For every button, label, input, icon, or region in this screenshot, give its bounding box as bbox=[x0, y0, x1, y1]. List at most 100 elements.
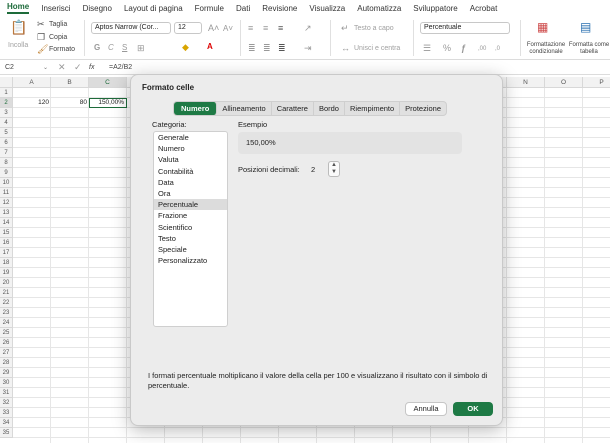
dialog-tab-riempimento[interactable]: Riempimento bbox=[345, 102, 401, 115]
align-bottom-icon[interactable]: ≡ bbox=[278, 23, 283, 33]
row-header[interactable]: 22 bbox=[0, 298, 13, 308]
cell-b2[interactable]: 80 bbox=[51, 98, 89, 108]
row-header[interactable]: 9 bbox=[0, 168, 13, 178]
row-header[interactable]: 25 bbox=[0, 328, 13, 338]
underline-icon[interactable]: S bbox=[122, 43, 127, 53]
ribbon-tab-disegno[interactable]: Disegno bbox=[83, 4, 112, 13]
category-item[interactable]: Scientifico bbox=[154, 222, 227, 233]
category-item[interactable]: Numero bbox=[154, 143, 227, 154]
cut-button[interactable]: Taglia bbox=[49, 21, 67, 28]
name-box-chevron-icon[interactable]: ⌄ bbox=[43, 63, 48, 73]
paste-icon[interactable]: 📋 bbox=[10, 20, 27, 34]
category-item[interactable]: Data bbox=[154, 177, 227, 188]
dialog-tab-allineamento[interactable]: Allineamento bbox=[217, 102, 272, 115]
name-box[interactable]: C2 bbox=[5, 64, 14, 71]
insert-function-button[interactable]: fx bbox=[89, 64, 94, 71]
category-item[interactable]: Percentuale bbox=[154, 199, 227, 211]
row-header[interactable]: 1 bbox=[0, 88, 13, 98]
category-item[interactable]: Generale bbox=[154, 132, 227, 143]
column-header[interactable]: O bbox=[545, 77, 583, 88]
ribbon-tab-layout-di-pagina[interactable]: Layout di pagina bbox=[124, 4, 183, 13]
category-item[interactable]: Ora bbox=[154, 188, 227, 199]
align-top-icon[interactable]: ≡ bbox=[248, 23, 253, 33]
row-header[interactable]: 30 bbox=[0, 378, 13, 388]
row-header[interactable]: 3 bbox=[0, 108, 13, 118]
cell-a2[interactable]: 120 bbox=[13, 98, 51, 108]
row-header[interactable]: 19 bbox=[0, 268, 13, 278]
decimals-stepper[interactable]: ▲ ▼ bbox=[328, 161, 340, 177]
ribbon-tab-formule[interactable]: Formule bbox=[195, 4, 224, 13]
paste-button[interactable]: Incolla bbox=[8, 42, 28, 49]
cancel-icon[interactable]: ✕ bbox=[58, 62, 66, 72]
row-header[interactable]: 21 bbox=[0, 288, 13, 298]
column-header[interactable]: N bbox=[507, 77, 545, 88]
row-header[interactable]: 2 bbox=[0, 98, 13, 108]
row-header[interactable]: 34 bbox=[0, 418, 13, 428]
copy-button[interactable]: Copia bbox=[49, 34, 67, 41]
indent-icon[interactable]: ⇥ bbox=[304, 43, 312, 53]
row-header[interactable]: 16 bbox=[0, 238, 13, 248]
row-header[interactable]: 6 bbox=[0, 138, 13, 148]
category-item[interactable]: Speciale bbox=[154, 244, 227, 255]
ribbon-tab-acrobat[interactable]: Acrobat bbox=[470, 4, 498, 13]
row-header[interactable]: 17 bbox=[0, 248, 13, 258]
italic-icon[interactable]: C bbox=[108, 43, 114, 53]
percent-icon[interactable]: % bbox=[443, 43, 451, 53]
align-middle-icon[interactable]: ≡ bbox=[263, 23, 268, 33]
category-item[interactable]: Frazione bbox=[154, 210, 227, 221]
column-header[interactable]: P bbox=[583, 77, 610, 88]
increase-font-icon[interactable]: A˄ bbox=[208, 23, 219, 33]
align-right-icon[interactable]: ≣ bbox=[278, 43, 286, 53]
row-header[interactable]: 29 bbox=[0, 368, 13, 378]
format-painter-button[interactable]: Formato bbox=[49, 46, 75, 53]
row-header[interactable]: 27 bbox=[0, 348, 13, 358]
align-left-icon[interactable]: ≣ bbox=[248, 43, 256, 53]
ribbon-tab-automatizza[interactable]: Automatizza bbox=[357, 4, 401, 13]
comma-style-icon[interactable]: ƒ bbox=[461, 43, 466, 53]
row-header[interactable]: 20 bbox=[0, 278, 13, 288]
category-item[interactable]: Personalizzato bbox=[154, 255, 227, 266]
increase-decimal-icon[interactable]: ,00 bbox=[478, 44, 486, 54]
confirm-icon[interactable]: ✓ bbox=[74, 62, 82, 72]
category-item[interactable]: Contabilità bbox=[154, 166, 227, 177]
font-size-select[interactable]: 12 bbox=[174, 22, 202, 34]
row-header[interactable]: 33 bbox=[0, 408, 13, 418]
merge-center-button[interactable]: Unisci e centra bbox=[354, 45, 400, 52]
row-header[interactable]: 8 bbox=[0, 158, 13, 168]
dialog-tab-numero[interactable]: Numero bbox=[174, 102, 218, 115]
row-header[interactable]: 32 bbox=[0, 398, 13, 408]
orientation-icon[interactable]: ↗ bbox=[304, 23, 312, 33]
row-header[interactable]: 10 bbox=[0, 178, 13, 188]
ok-button[interactable]: OK bbox=[453, 402, 493, 416]
formula-input[interactable]: =A2/B2 bbox=[109, 64, 132, 71]
borders-icon[interactable]: ⊞ bbox=[137, 43, 145, 53]
cell-c2[interactable]: 150,00% bbox=[89, 98, 127, 108]
row-header[interactable]: 7 bbox=[0, 148, 13, 158]
row-header[interactable]: 28 bbox=[0, 358, 13, 368]
number-format-select[interactable]: Percentuale bbox=[420, 22, 510, 34]
format-as-table-button[interactable]: Formatta come tabella bbox=[568, 42, 610, 56]
column-header[interactable]: C bbox=[89, 77, 127, 88]
row-header[interactable]: 14 bbox=[0, 218, 13, 228]
decrease-font-icon[interactable]: A˅ bbox=[223, 24, 233, 34]
currency-icon[interactable]: ☰ bbox=[423, 43, 431, 53]
conditional-formatting-button[interactable]: Formattazione condizionale bbox=[523, 42, 569, 56]
font-name-select[interactable]: Aptos Narrow (Cor... bbox=[91, 22, 171, 34]
ribbon-tab-revisione[interactable]: Revisione bbox=[262, 4, 297, 13]
ribbon-tab-sviluppatore[interactable]: Sviluppatore bbox=[413, 4, 457, 13]
ribbon-tab-dati[interactable]: Dati bbox=[236, 4, 250, 13]
ribbon-tab-visualizza[interactable]: Visualizza bbox=[309, 4, 345, 13]
cancel-button[interactable]: Annulla bbox=[405, 402, 447, 416]
column-header[interactable]: B bbox=[51, 77, 89, 88]
dialog-tab-protezione[interactable]: Protezione bbox=[400, 102, 446, 115]
category-list[interactable]: Generale Numero Valuta Contabilità Data Ora Pe… bbox=[153, 131, 228, 327]
font-color-icon[interactable]: A bbox=[207, 42, 213, 52]
select-all-corner[interactable] bbox=[0, 77, 13, 88]
row-header[interactable]: 4 bbox=[0, 118, 13, 128]
row-header[interactable]: 18 bbox=[0, 258, 13, 268]
row-header[interactable]: 13 bbox=[0, 208, 13, 218]
category-item[interactable]: Testo bbox=[154, 233, 227, 244]
decrease-decimal-icon[interactable]: ,0 bbox=[495, 44, 500, 54]
row-header[interactable]: 24 bbox=[0, 318, 13, 328]
column-header[interactable]: A bbox=[13, 77, 51, 88]
